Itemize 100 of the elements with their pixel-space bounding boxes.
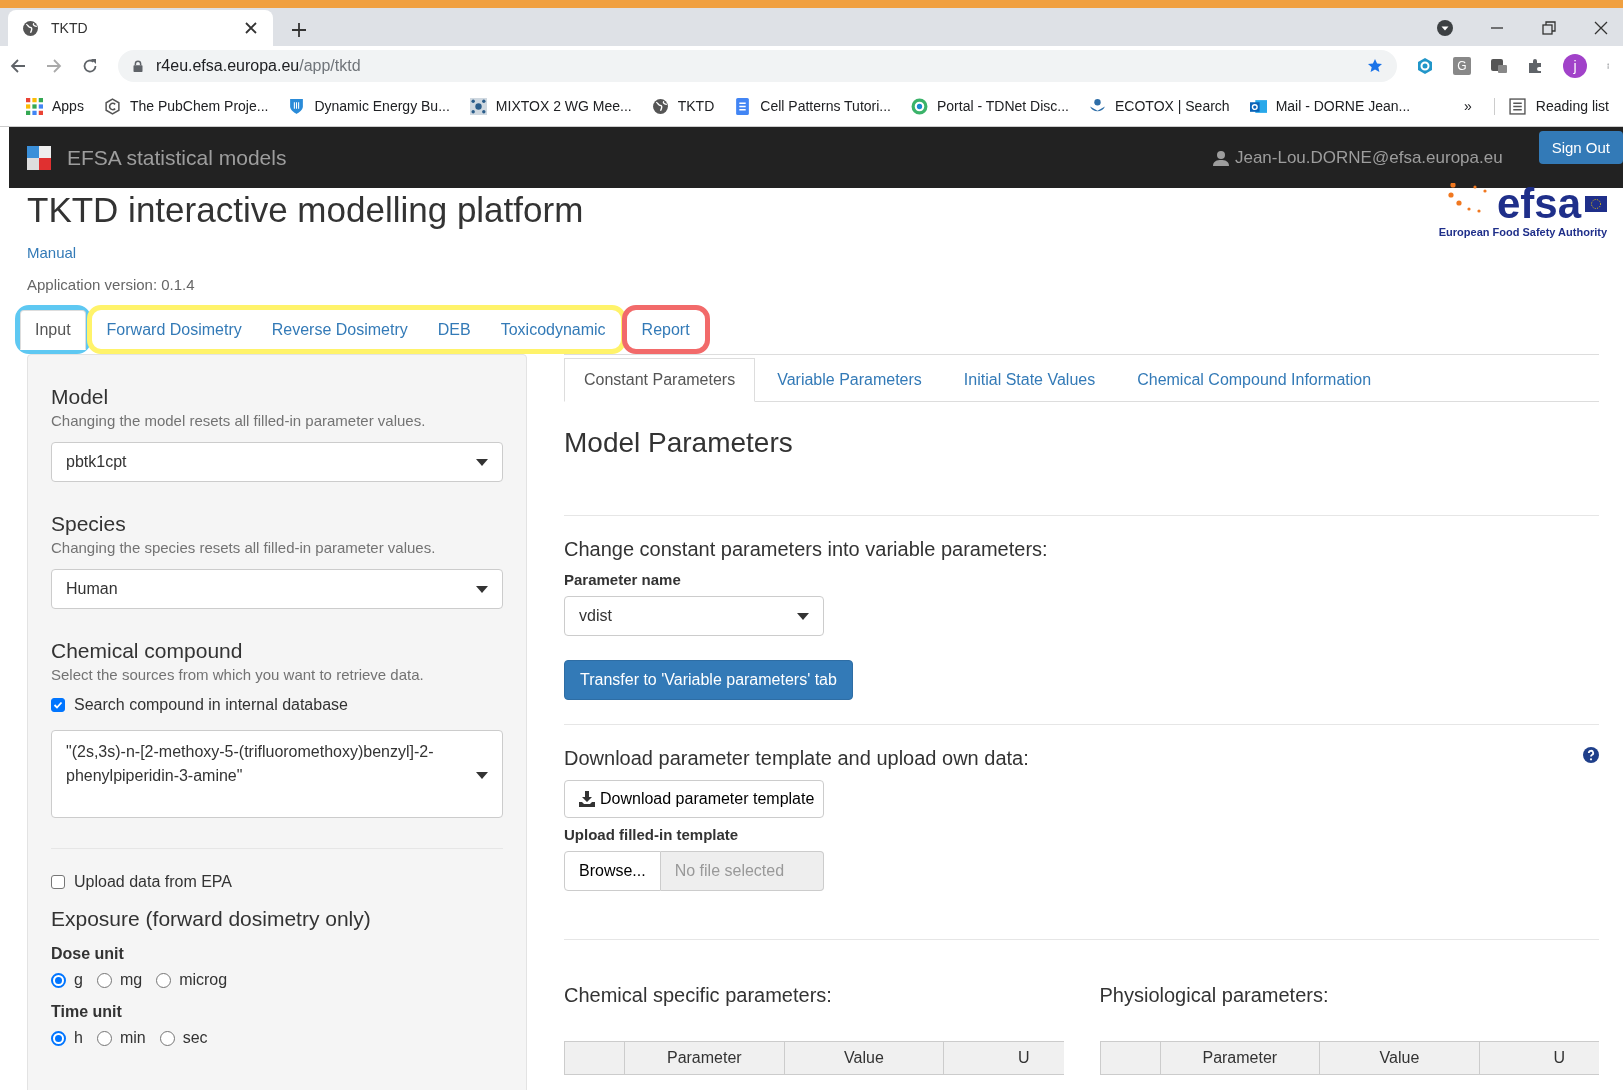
column-header: Parameter (1160, 1041, 1320, 1075)
radio-label: microg (179, 971, 228, 989)
hexagon-icon[interactable] (1417, 58, 1433, 74)
tab[interactable]: DEB (422, 310, 486, 350)
user-email: Jean-Lou.DORNE@efsa.europa.eu (1234, 147, 1503, 168)
hint-text: Changing the species resets all filled-in parameter values. (51, 539, 437, 556)
radio-label: mg (119, 971, 143, 989)
tab-search-icon[interactable] (1437, 20, 1453, 36)
download-icon (579, 791, 595, 807)
logo-icon (27, 145, 51, 170)
bookmark[interactable]: ECOTOX | Search (1115, 98, 1230, 114)
forward-icon[interactable] (46, 58, 62, 74)
profile-avatar[interactable]: j (1563, 54, 1587, 78)
table-title: Chemical specific parameters: (564, 984, 832, 1007)
shield-icon (288, 97, 306, 115)
caret-icon (476, 585, 488, 593)
extension-icon[interactable]: G (1453, 57, 1471, 75)
radio-button[interactable] (159, 1030, 175, 1046)
close-icon[interactable] (1593, 20, 1609, 36)
bookmark[interactable]: Dynamic Energy Bu... (314, 98, 450, 114)
network-icon (469, 97, 487, 115)
hint-text: Changing the model resets all filled-in parameter values. (51, 412, 427, 429)
bookmark[interactable]: TKTD (677, 98, 715, 114)
radio-button[interactable] (96, 972, 112, 988)
new-tab-icon[interactable] (291, 22, 307, 38)
field-label: Parameter name (564, 571, 682, 588)
brand-title[interactable]: EFSA statistical models (67, 145, 287, 170)
select-field[interactable]: pbtk1cpt (51, 442, 503, 482)
checkmark-icon (53, 700, 63, 710)
checkbox[interactable] (51, 698, 65, 712)
star-icon[interactable] (1367, 58, 1383, 74)
bookmark[interactable]: Mail - DORNE Jean... (1275, 98, 1411, 114)
section-heading: Change constant parameters into variable parameters: (564, 538, 1048, 561)
c-hexagon-icon (103, 97, 121, 115)
tab[interactable]: Initial State Values (943, 358, 1116, 402)
checkbox-label: Search compound in internal database (74, 696, 348, 714)
tab[interactable]: Constant Parameters (564, 358, 756, 402)
table-title: Physiological parameters: (1099, 984, 1329, 1007)
section-heading: Chemical compound (51, 639, 244, 663)
radio-button[interactable] (156, 972, 172, 988)
checkbox[interactable] (51, 875, 65, 889)
tab[interactable]: Forward Dosimetry (91, 310, 257, 350)
tab[interactable]: Variable Parameters (757, 358, 942, 402)
section-heading: Model (51, 385, 110, 409)
browser-tab[interactable]: TKTD (8, 10, 273, 46)
tab[interactable]: Reverse Dosimetry (256, 310, 423, 350)
bookmark[interactable]: MIXTOX 2 WG Mee... (495, 98, 632, 114)
back-icon[interactable] (10, 58, 26, 74)
radio-label: sec (182, 1029, 208, 1047)
caret-icon (797, 612, 809, 620)
user-icon (1212, 149, 1229, 166)
caret-icon (476, 772, 488, 779)
logo-wordmark: efsa (1496, 182, 1581, 226)
address-bar[interactable]: r4eu.efsa.europa.eu/app/tktd (118, 50, 1397, 82)
bookmark[interactable]: Portal - TDNet Disc... (937, 98, 1069, 114)
tab[interactable]: Report (626, 310, 705, 350)
radio-button[interactable] (96, 1030, 112, 1046)
manual-link[interactable]: Manual (27, 244, 77, 261)
column-header: Value (1319, 1041, 1480, 1075)
browse-button[interactable]: Browse... (564, 851, 661, 891)
tab[interactable]: Input (20, 310, 86, 350)
select-field[interactable]: Human (51, 569, 503, 609)
mail-icon (1249, 97, 1267, 115)
radio-label: h (74, 1029, 83, 1047)
radio-button[interactable] (51, 972, 66, 988)
radio-label: g (74, 971, 83, 989)
ring-icon (911, 97, 928, 115)
column-header: U (943, 1041, 1064, 1075)
bookmark[interactable]: Apps (52, 98, 84, 114)
globe-icon (22, 19, 39, 37)
field-label: Time unit (51, 1003, 123, 1021)
document-icon (734, 97, 752, 115)
transfer-button[interactable]: Transfer to 'Variable parameters' tab (564, 660, 853, 700)
list-icon (1508, 97, 1526, 115)
flag-icon (1585, 196, 1607, 212)
tab[interactable]: Chemical Compound Information (1117, 358, 1392, 402)
puzzle-icon[interactable] (1527, 58, 1543, 74)
select-field[interactable]: vdist (564, 596, 824, 636)
extension-icon[interactable] (1491, 58, 1507, 74)
tab[interactable]: Toxicodynamic (485, 310, 621, 350)
section-title: Model Parameters (564, 427, 794, 459)
select-field[interactable]: "(2s,3s)-n-[2-methoxy-5-(trifluoromethoxy)benzyl]-2-phenylpiperidin-3-amine" (51, 730, 503, 818)
more-bookmarks-button[interactable]: » (1464, 98, 1472, 114)
table-header (564, 1041, 625, 1075)
bookmark[interactable]: Cell Patterns Tutori... (760, 98, 891, 114)
bookmark[interactable]: The PubChem Proje... (129, 98, 269, 114)
apps-grid-icon (26, 97, 43, 115)
section-heading: Exposure (forward dosimetry only) (51, 907, 372, 931)
radio-label: min (119, 1029, 146, 1047)
radio-button[interactable] (51, 1030, 66, 1046)
column-header: Parameter (624, 1041, 785, 1075)
lock-icon (132, 58, 144, 74)
reading-list-button[interactable]: Reading list (1535, 98, 1609, 114)
sign-out-button[interactable]: Sign Out (1538, 131, 1623, 164)
help-icon[interactable] (1583, 747, 1599, 763)
section-heading: Download parameter template and upload own data: (564, 747, 1029, 770)
restore-icon[interactable] (1541, 20, 1557, 36)
close-icon[interactable] (243, 20, 259, 36)
reload-icon[interactable] (82, 58, 98, 74)
download-button[interactable]: Download parameter template (564, 780, 824, 818)
